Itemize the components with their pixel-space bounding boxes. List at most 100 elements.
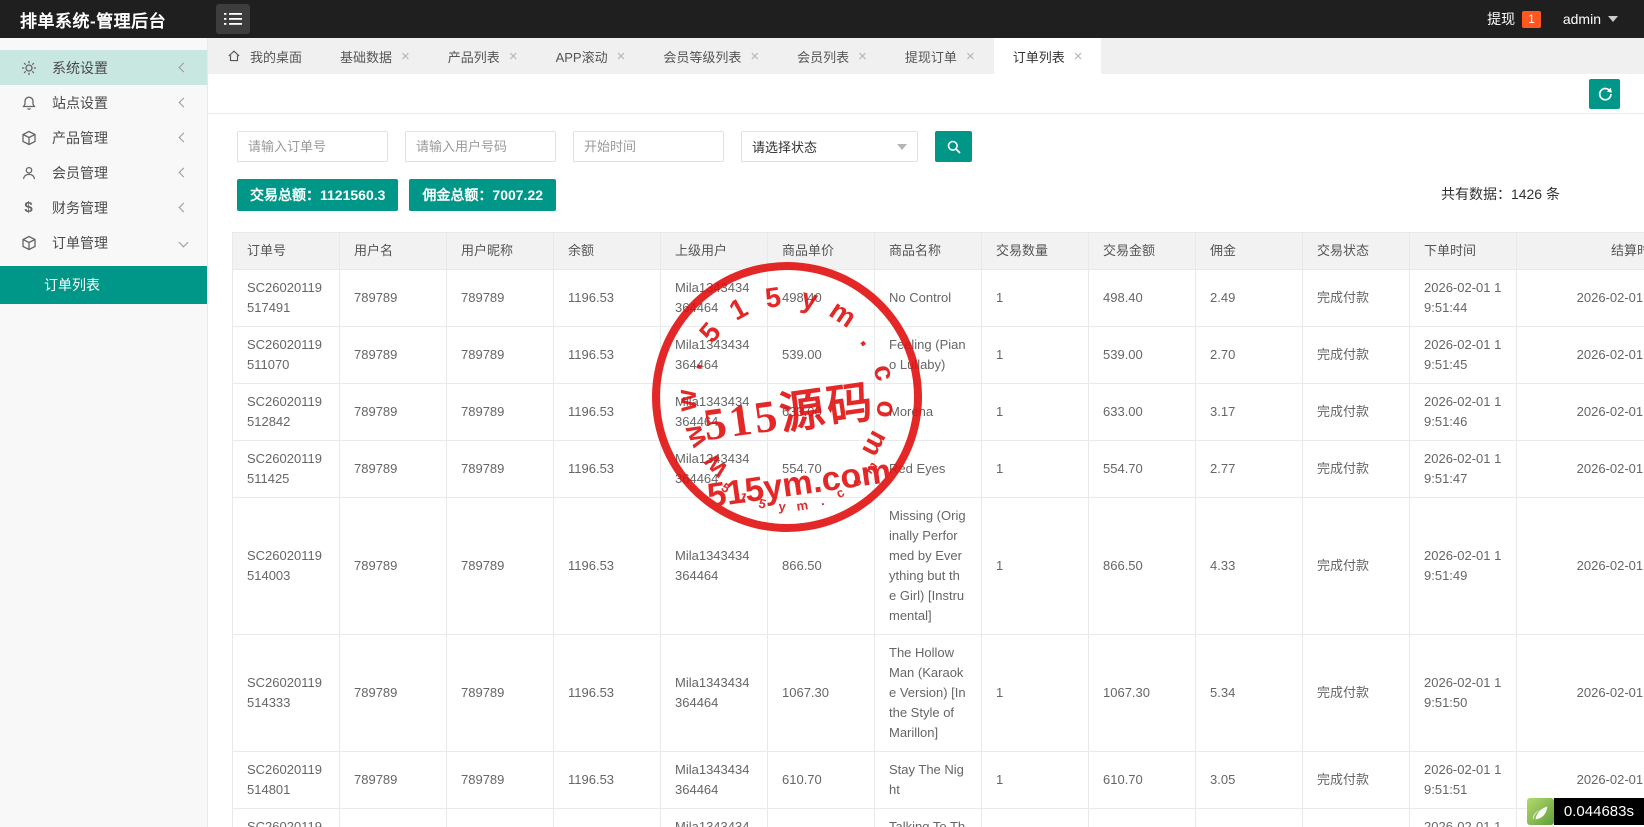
table-cell-nickname: 789789 — [447, 809, 554, 827]
sidebar-item-order-management[interactable]: 订单管理 — [0, 225, 207, 260]
close-icon[interactable]: × — [617, 49, 626, 64]
tab-label: 会员等级列表 — [663, 47, 741, 66]
sidebar-item-label: 财务管理 — [52, 198, 108, 218]
close-icon[interactable]: × — [1074, 49, 1083, 64]
table-cell-status: 完成付款 — [1303, 752, 1410, 809]
table-cell-commission: 4.33 — [1196, 498, 1303, 635]
table-cell-qty: 1 — [982, 635, 1089, 752]
stats-bar: 交易总额：1121560.3 佣金总额：7007.22 共有数据：1426 条 — [208, 162, 1644, 211]
column-header-settled: 结算时间 — [1517, 233, 1644, 270]
chevron-left-icon — [179, 168, 189, 178]
menu-toggle-button[interactable] — [216, 4, 250, 34]
close-icon[interactable]: × — [750, 49, 759, 64]
table-row: SC260201195174917897897897891196.53Mila1… — [233, 270, 1644, 327]
commission-total-value: 7007.22 — [492, 187, 543, 203]
tab-withdraw-orders[interactable]: 提现订单 × — [886, 38, 994, 74]
trade-total-button[interactable]: 交易总额：1121560.3 — [237, 179, 398, 211]
tab-product-list[interactable]: 产品列表 × — [429, 38, 537, 74]
status-select[interactable]: 请选择状态 — [741, 131, 918, 162]
table-cell-balance: 1196.53 — [554, 441, 661, 498]
table-cell-parent: Mila1343434364464 — [661, 270, 768, 327]
home-icon — [227, 49, 241, 63]
tab-basic-data[interactable]: 基础数据 × — [321, 38, 429, 74]
close-icon[interactable]: × — [858, 49, 867, 64]
table-cell-qty: 1 — [982, 498, 1089, 635]
refresh-button[interactable] — [1589, 79, 1620, 109]
table-row: SC260201195128427897897897891196.53Mila1… — [233, 384, 1644, 441]
search-button[interactable] — [935, 131, 972, 162]
tab-label: 我的桌面 — [250, 47, 302, 66]
close-icon[interactable]: × — [509, 49, 518, 64]
commission-total-button[interactable]: 佣金总额：7007.22 — [409, 179, 556, 211]
filter-bar: 请选择状态 — [208, 114, 1644, 162]
table-cell-settled: 2026-02-01 19:51:47 — [1517, 441, 1644, 498]
order-no-input[interactable] — [237, 131, 388, 162]
table-cell-amount: 866.50 — [1089, 498, 1196, 635]
withdraw-link[interactable]: 提现 1 — [1487, 9, 1541, 29]
table-cell-balance: 1196.53 — [554, 752, 661, 809]
column-header-balance: 余额 — [554, 233, 661, 270]
table-cell-username: 789789 — [340, 498, 447, 635]
sidebar-item-site-settings[interactable]: 站点设置 — [0, 85, 207, 120]
table-row: SC260201195114257897897897891196.53Mila1… — [233, 441, 1644, 498]
start-time-input[interactable] — [573, 131, 724, 162]
column-header-parent: 上级用户 — [661, 233, 768, 270]
table-cell-created: 2026-02-01 19:51:45 — [1410, 327, 1517, 384]
record-count: 共有数据：1426 条 — [1441, 184, 1560, 204]
framework-logo-icon — [1527, 798, 1554, 825]
table-cell-created: 2026-02-01 19:51:51 — [1410, 752, 1517, 809]
close-icon[interactable]: × — [966, 49, 975, 64]
table-cell-parent: Mila1343434364464 — [661, 327, 768, 384]
tab-my-desktop[interactable]: 我的桌面 — [208, 38, 321, 74]
table-cell-nickname: 789789 — [447, 327, 554, 384]
withdraw-badge: 1 — [1522, 11, 1541, 28]
table-body: SC260201195174917897897897891196.53Mila1… — [233, 270, 1644, 827]
load-time-badge: 0.044683s — [1527, 798, 1644, 825]
orders-table: 订单号用户名用户昵称余额上级用户商品单价商品名称交易数量交易金额佣金交易状态下单… — [232, 232, 1644, 827]
table-row: SC260201195143337897897897891196.53Mila1… — [233, 635, 1644, 752]
top-header: 排单系统-管理后台 提现 1 admin — [0, 0, 1644, 38]
table-cell-parent: Mila1343434364464 — [661, 384, 768, 441]
table-cell-price: 539.00 — [768, 327, 875, 384]
user-menu[interactable]: admin — [1563, 11, 1618, 27]
tab-app-scroll[interactable]: APP滚动 × — [537, 38, 645, 74]
tab-order-list[interactable]: 订单列表 × — [994, 38, 1102, 74]
table-cell-nickname: 789789 — [447, 441, 554, 498]
hamburger-icon — [224, 12, 242, 26]
table-cell-qty: 1 — [982, 809, 1089, 827]
tab-label: 会员列表 — [797, 47, 849, 66]
table-cell-commission: 3.17 — [1196, 384, 1303, 441]
table-cell-price: 866.50 — [768, 498, 875, 635]
table-cell-commission: 5.34 — [1196, 635, 1303, 752]
table-cell-settled: 2026-02-01 19:51:49 — [1517, 498, 1644, 635]
table-cell-order: SC26020119514801 — [233, 752, 340, 809]
table-cell-username: 789789 — [340, 384, 447, 441]
sidebar-item-order-list[interactable]: 订单列表 — [0, 266, 207, 304]
table-header-row: 订单号用户名用户昵称余额上级用户商品单价商品名称交易数量交易金额佣金交易状态下单… — [233, 233, 1644, 270]
table-cell-status: 完成付款 — [1303, 809, 1410, 827]
table-cell-price: 610.70 — [768, 752, 875, 809]
table-cell-created: 2026-02-01 19:51:46 — [1410, 384, 1517, 441]
sidebar-item-member-management[interactable]: 会员管理 — [0, 155, 207, 190]
table-cell-status: 完成付款 — [1303, 327, 1410, 384]
user-no-input[interactable] — [405, 131, 556, 162]
table-cell-amount: 633.00 — [1089, 384, 1196, 441]
table-cell-order: SC26020119514333 — [233, 635, 340, 752]
load-time-value: 0.044683s — [1554, 798, 1644, 825]
close-icon[interactable]: × — [401, 49, 410, 64]
table-row: SC260201195110707897897897891196.53Mila1… — [233, 327, 1644, 384]
table-cell-commission: 2.77 — [1196, 441, 1303, 498]
sidebar-item-label: 会员管理 — [52, 163, 108, 183]
tab-member-list[interactable]: 会员列表 × — [778, 38, 886, 74]
sidebar-item-system-settings[interactable]: 系统设置 — [0, 50, 207, 85]
table-cell-order: SC26020119514003 — [233, 498, 340, 635]
bell-icon — [20, 94, 37, 111]
user-icon — [20, 164, 37, 181]
table-cell-price: 633.00 — [768, 384, 875, 441]
table-cell-username: 789789 — [340, 327, 447, 384]
sidebar-item-label: 系统设置 — [52, 58, 108, 78]
sidebar-item-product-management[interactable]: 产品管理 — [0, 120, 207, 155]
toolbar — [208, 74, 1644, 114]
tab-member-level-list[interactable]: 会员等级列表 × — [644, 38, 778, 74]
sidebar-item-finance-management[interactable]: $ 财务管理 — [0, 190, 207, 225]
